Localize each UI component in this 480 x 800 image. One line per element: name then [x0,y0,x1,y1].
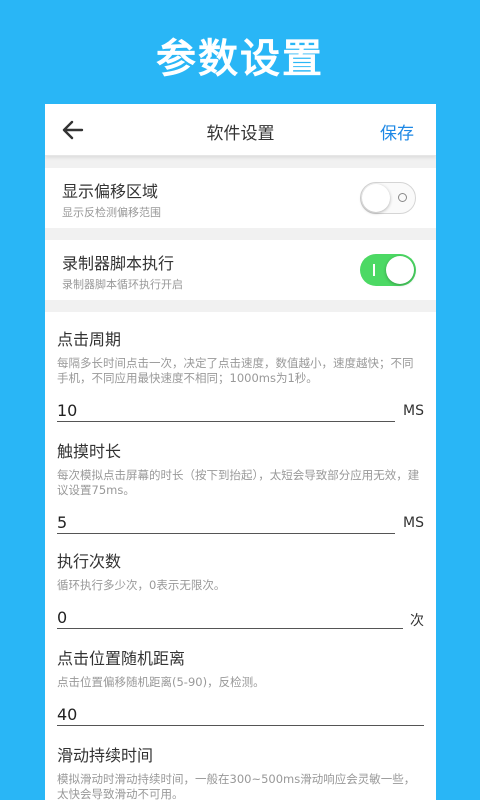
switch-knob [362,184,390,212]
param-desc: 每次模拟点击屏幕的时长（按下到抬起），太短会导致部分应用无效，建议设置75ms。 [57,468,420,497]
save-button[interactable]: 保存 [380,119,414,144]
toggle-desc: 显示反检测偏移范围 [62,206,161,219]
param-input-row: MS [57,512,424,536]
param-touch-duration: 触摸时长 每次模拟点击屏幕的时长（按下到抬起），太短会导致部分应用无效，建议设置… [45,442,436,536]
param-title: 点击周期 [57,330,122,349]
param-input-row [57,704,424,728]
param-desc: 模拟滑动时滑动持续时间，一般在300~500ms滑动响应会灵敏一些，太快会导致滑… [57,772,416,800]
param-input-row: 次 [57,607,424,631]
param-desc: 循环执行多少次，0表示无限次。 [57,578,226,592]
param-exec-count: 执行次数 循环执行多少次，0表示无限次。 次 [45,552,436,631]
toggle-title: 显示偏移区域 [62,182,159,201]
switch-off-icon [398,193,407,202]
param-unit: MS [403,403,424,419]
param-title: 执行次数 [57,552,122,571]
settings-card: 软件设置 保存 显示偏移区域 显示反检测偏移范围 录制器脚本执行 录制器脚本循环… [45,104,436,800]
param-desc: 每隔多长时间点击一次，决定了点击速度，数值越小，速度越快；不同手机，不同应用最快… [57,356,414,385]
recorder-loop-switch[interactable] [360,254,416,286]
toggle-desc: 录制器脚本循环执行开启 [62,278,183,291]
touch-duration-input[interactable] [57,512,395,534]
param-title: 触摸时长 [57,442,122,461]
param-desc: 点击位置偏移随机距离(5-90)，反检测。 [57,675,265,689]
param-input-row: MS [57,400,424,424]
topbar-title: 软件设置 [206,124,275,144]
click-period-input[interactable] [57,400,395,422]
toggle-row-recorder-loop: 录制器脚本执行 录制器脚本循环执行开启 [45,240,436,300]
divider [45,300,436,312]
page-title: 参数设置 [156,36,324,82]
top-bar: 软件设置 保存 [45,104,436,156]
param-unit: MS [403,515,424,531]
exec-count-input[interactable] [57,607,403,629]
param-click-period: 点击周期 每隔多长时间点击一次，决定了点击速度，数值越小，速度越快；不同手机，不… [45,330,436,424]
switch-knob [386,256,414,284]
random-distance-input[interactable] [57,704,424,726]
switch-on-icon [373,264,375,276]
show-offset-switch[interactable] [360,182,416,214]
param-unit: 次 [410,613,424,629]
toggle-title: 录制器脚本执行 [62,254,175,273]
param-random-distance: 点击位置随机距离 点击位置偏移随机距离(5-90)，反检测。 [45,649,436,728]
divider [45,228,436,240]
param-swipe-duration: 滑动持续时间 模拟滑动时滑动持续时间，一般在300~500ms滑动响应会灵敏一些… [45,746,436,800]
param-title: 点击位置随机距离 [57,649,186,668]
param-title: 滑动持续时间 [57,746,154,765]
divider [45,156,436,168]
toggle-row-show-offset: 显示偏移区域 显示反检测偏移范围 [45,168,436,228]
